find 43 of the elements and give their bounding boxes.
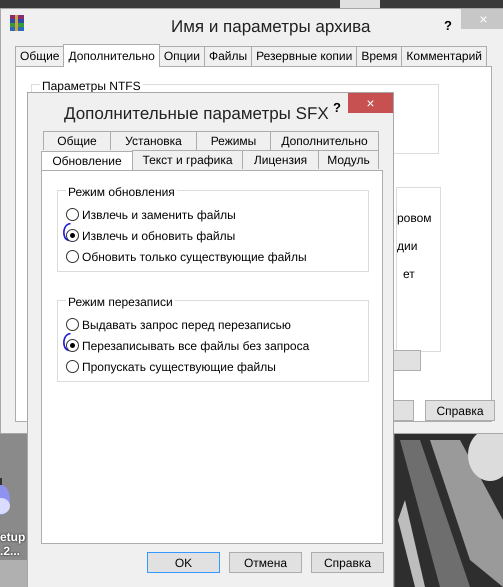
radio-option[interactable]: Обновить только существующие файлы [66,246,368,267]
tab[interactable]: Общие [43,131,111,150]
radio-button[interactable] [66,250,79,263]
option-label: Перезаписывать все файлы без запроса [82,338,310,354]
desktop-icon[interactable] [0,478,11,516]
radio-option[interactable]: Выдавать запрос перед перезаписью [66,314,368,335]
radio-button[interactable] [66,229,79,242]
help-button[interactable]: ? [333,98,341,118]
tab[interactable]: Модуль [318,150,379,169]
option-label: Извлечь и обновить файлы [82,228,236,244]
tab[interactable]: Текст и графика [132,150,243,169]
radio-button[interactable] [66,318,79,331]
radio-option[interactable]: Извлечь и заменить файлы [66,204,368,225]
tab[interactable]: Дополнительно [63,44,160,67]
icon-label: .2... [0,544,20,560]
close-button[interactable]: × [348,93,393,113]
option-label: Обновить только существующие файлы [82,248,307,266]
tab[interactable]: Комментарий [401,46,488,66]
help-button[interactable]: ? [444,16,452,36]
tab[interactable]: Обновление [41,151,133,170]
dialog-button[interactable]: OK [147,552,220,573]
option-label: Пропускать существующие файлы [82,358,276,376]
option-label: дии [397,238,418,255]
radio-option[interactable]: Извлечь и обновить файлы [66,225,368,246]
dialog-button[interactable]: Отмена [229,552,302,573]
help-button[interactable]: Справка [425,400,495,421]
tab[interactable]: Лицензия [242,150,319,169]
radio-button[interactable] [66,339,79,352]
option-label: ет [403,266,415,283]
option-label: Выдавать запрос перед перезаписью [82,316,291,334]
radio-option[interactable]: Перезаписывать все файлы без запроса [66,335,368,356]
icon-label: etup [0,529,26,546]
dialog-title: Дополнительные параметры SFX [64,102,329,125]
option-label: ровом [397,210,432,227]
tab[interactable]: Дополнительно [270,131,379,150]
radio-button[interactable] [66,360,79,373]
tab[interactable]: Общие [15,46,64,66]
app-icon [8,14,26,32]
radio-option[interactable]: Пропускать существующие файлы [66,356,368,377]
window-title: Имя и параметры архива [171,16,370,38]
radio-button[interactable] [66,208,79,221]
option-label: Извлечь и заменить файлы [82,206,236,224]
dialog-button[interactable]: Справка [311,552,384,573]
